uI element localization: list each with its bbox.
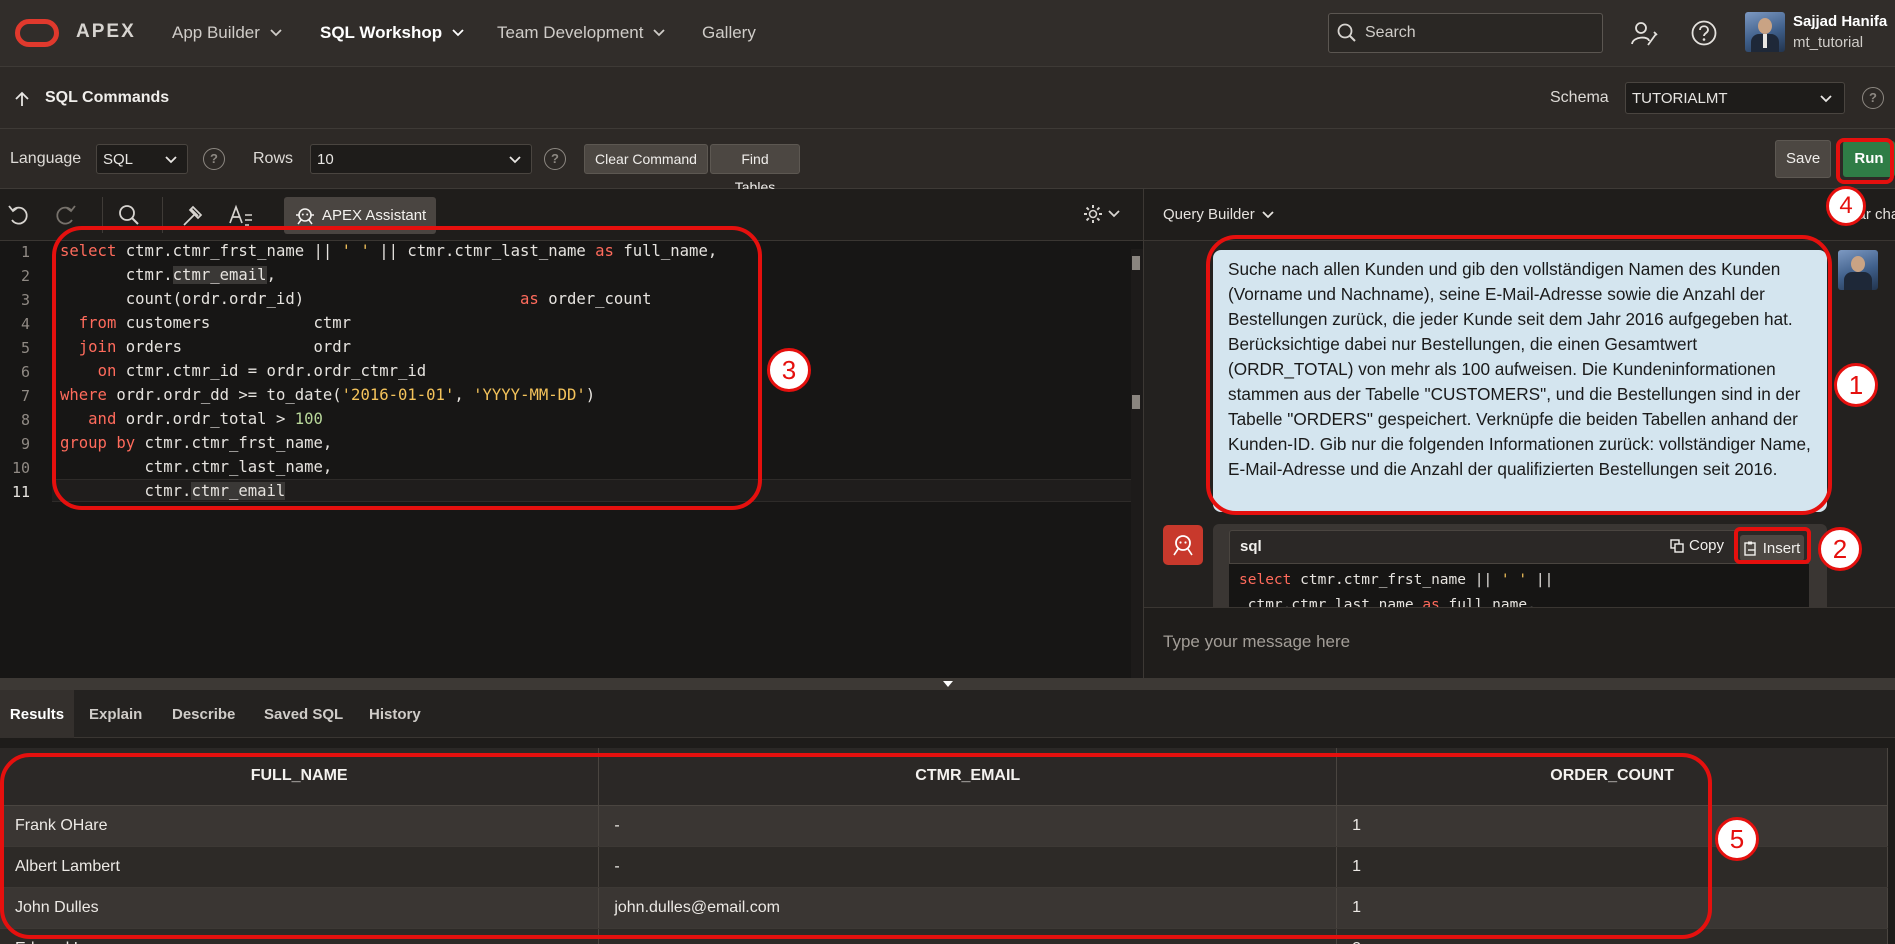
nav-gallery[interactable]: Gallery	[702, 23, 756, 43]
annotation-box-code	[52, 226, 762, 510]
rows-value: 10	[317, 151, 334, 168]
user-avatar[interactable]	[1745, 12, 1785, 52]
line-number: 6	[20, 363, 30, 381]
language-select[interactable]: SQL	[96, 144, 188, 174]
apex-assistant-label: APEX Assistant	[322, 207, 427, 224]
find-tables-button[interactable]: Find Tables	[710, 144, 800, 195]
language-help-icon[interactable]: ?	[203, 148, 225, 170]
global-search[interactable]	[1328, 13, 1603, 53]
undo-icon[interactable]	[6, 203, 32, 227]
language-value: SQL	[103, 151, 134, 168]
tab-describe[interactable]: Describe	[166, 690, 241, 738]
rows-label: Rows	[253, 150, 294, 167]
response-code-snippet: select ctmr.ctmr_frst_name || ' ' || ctm…	[1229, 564, 1809, 613]
annotation-box-run	[1836, 138, 1894, 184]
assistant-icon	[296, 207, 314, 224]
query-builder-menu[interactable]: Query Builder	[1163, 206, 1274, 223]
query-builder-label: Query Builder	[1163, 206, 1255, 223]
line-number: 8	[20, 411, 30, 429]
nav-gallery-label: Gallery	[702, 23, 756, 42]
search-icon	[1337, 23, 1356, 42]
arrow-up-icon[interactable]	[15, 91, 29, 107]
annotation-box-results	[0, 753, 1712, 939]
line-number: 9	[20, 435, 30, 453]
hammer-icon[interactable]	[180, 203, 206, 227]
page-title: SQL Commands	[45, 89, 170, 106]
line-number: 3	[20, 291, 30, 309]
scrollbar-marker	[1132, 395, 1140, 409]
copy-label: Copy	[1689, 537, 1725, 554]
nav-team-development[interactable]: Team Development	[497, 23, 666, 43]
line-number: 1	[20, 243, 30, 261]
line-number: 11	[11, 483, 30, 501]
schema-label: Schema	[1550, 89, 1609, 106]
line-number: 7	[20, 387, 30, 405]
language-label: Language	[10, 150, 82, 167]
line-number: 5	[20, 339, 30, 357]
annotation-box-prompt	[1206, 235, 1832, 515]
text-format-icon[interactable]	[228, 203, 254, 227]
assistant-icon	[1173, 535, 1193, 556]
tab-saved-sql[interactable]: Saved SQL	[258, 690, 349, 738]
tab-history[interactable]: History	[363, 690, 427, 738]
redo-icon[interactable]	[52, 203, 78, 227]
editor-scrollbar[interactable]	[1131, 249, 1143, 678]
annotation-number-2: 2	[1818, 527, 1862, 571]
rows-select[interactable]: 10	[310, 144, 532, 174]
apex-brand[interactable]: APEX	[76, 21, 136, 43]
line-number: 2	[20, 267, 30, 285]
schema-select[interactable]: TUTORIALMT	[1625, 82, 1845, 114]
search-input[interactable]	[1365, 24, 1585, 42]
collapse-arrow-icon[interactable]	[942, 680, 954, 688]
editor-settings-button[interactable]	[1082, 203, 1120, 225]
user-name[interactable]: Sajjad Hanifa	[1793, 13, 1887, 30]
schema-value: TUTORIALMT	[1632, 90, 1728, 107]
nav-team-development-label: Team Development	[497, 23, 644, 42]
rows-help-icon[interactable]: ?	[544, 148, 566, 170]
chevron-down-icon	[1108, 210, 1120, 218]
assistant-avatar	[1163, 525, 1203, 565]
copy-button[interactable]: Copy	[1670, 537, 1724, 554]
chevron-down-icon	[270, 29, 282, 37]
annotation-number-3: 3	[767, 348, 811, 392]
scrollbar-thumb[interactable]	[1132, 256, 1140, 270]
annotation-box-insert	[1734, 527, 1811, 564]
code-language-label: sql	[1240, 538, 1262, 555]
nav-sql-workshop[interactable]: SQL Workshop	[320, 23, 464, 43]
top-navigation-bar	[0, 0, 1895, 67]
save-button[interactable]: Save	[1775, 140, 1831, 178]
find-icon[interactable]	[116, 203, 142, 227]
clear-command-button[interactable]: Clear Command	[584, 144, 708, 174]
annotation-number-1: 1	[1834, 363, 1878, 407]
schema-help-icon[interactable]: ?	[1862, 87, 1884, 109]
chat-message-input[interactable]	[1163, 622, 1863, 662]
chevron-down-icon	[165, 156, 177, 164]
chevron-down-icon	[653, 29, 666, 37]
copy-icon	[1670, 538, 1684, 553]
annotation-number-4: 4	[1826, 186, 1866, 226]
nav-app-builder-label: App Builder	[172, 23, 260, 42]
oracle-logo-icon[interactable]	[15, 19, 59, 47]
gear-icon	[1084, 205, 1102, 223]
line-number: 4	[20, 315, 30, 333]
line-number: 10	[11, 459, 30, 477]
user-message-avatar	[1838, 250, 1878, 290]
chevron-down-icon	[509, 156, 521, 164]
nav-app-builder[interactable]: App Builder	[172, 23, 282, 43]
help-icon[interactable]	[1688, 17, 1720, 49]
annotation-number-5: 5	[1715, 817, 1759, 861]
admin-tools-icon[interactable]	[1628, 17, 1660, 49]
page-header	[0, 67, 1895, 129]
tab-results[interactable]: Results	[0, 690, 74, 738]
chevron-down-icon	[1820, 95, 1832, 103]
chevron-down-icon	[1262, 210, 1274, 218]
tab-explain[interactable]: Explain	[83, 690, 148, 738]
nav-sql-workshop-label: SQL Workshop	[320, 23, 443, 42]
user-schema: mt_tutorial	[1793, 34, 1864, 51]
chevron-down-icon	[452, 29, 464, 37]
